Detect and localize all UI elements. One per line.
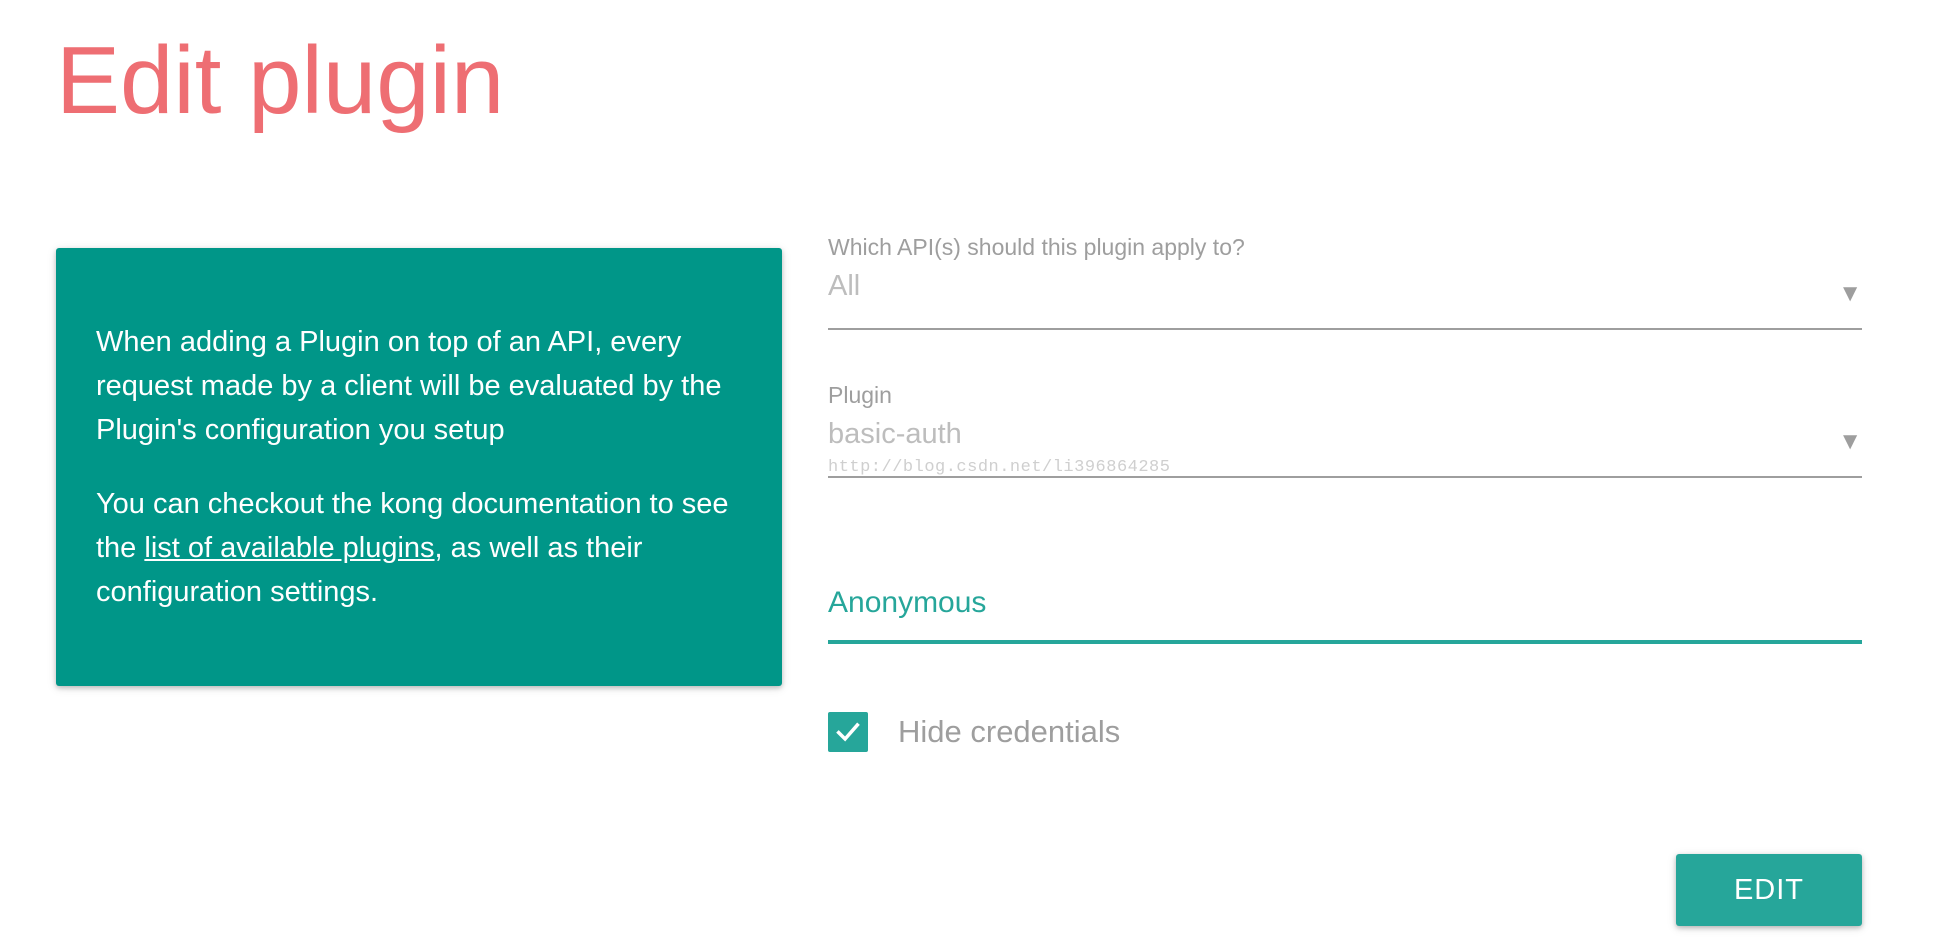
plugin-form: Which API(s) should this plugin apply to…	[828, 232, 1862, 754]
info-paragraph-2: You can checkout the kong documentation …	[96, 482, 742, 614]
checkmark-icon	[836, 722, 860, 742]
api-select-value: All	[828, 270, 861, 302]
hide-credentials-checkbox[interactable]	[828, 712, 868, 752]
hide-credentials-row[interactable]: Hide credentials	[828, 710, 1862, 754]
edit-plugin-page: Edit plugin When adding a Plugin on top …	[0, 0, 1944, 952]
plugin-select-label: Plugin	[828, 382, 892, 408]
caret-down-icon: ▼	[1838, 428, 1862, 455]
plugin-select-value: basic-auth	[828, 418, 962, 450]
info-paragraph-1: When adding a Plugin on top of an API, e…	[96, 326, 722, 446]
api-select-label: Which API(s) should this plugin apply to…	[828, 234, 1245, 260]
api-select-field: Which API(s) should this plugin apply to…	[828, 232, 1862, 330]
anonymous-input[interactable]: Anonymous	[828, 572, 1862, 644]
anonymous-field: Anonymous	[828, 572, 1862, 644]
page-title: Edit plugin	[56, 27, 505, 134]
plugin-select[interactable]: basic-auth http://blog.csdn.net/li396864…	[828, 410, 1862, 478]
available-plugins-link[interactable]: list of available plugins	[144, 532, 434, 564]
plugin-select-field: Plugin basic-auth http://blog.csdn.net/l…	[828, 380, 1862, 478]
api-select[interactable]: All ▼	[828, 262, 1862, 330]
caret-down-icon: ▼	[1838, 280, 1862, 307]
hide-credentials-label: Hide credentials	[898, 714, 1121, 749]
info-card: When adding a Plugin on top of an API, e…	[56, 248, 782, 686]
edit-button[interactable]: EDIT	[1676, 854, 1862, 926]
anonymous-label: Anonymous	[828, 586, 987, 619]
watermark-text: http://blog.csdn.net/li396864285	[828, 458, 1171, 477]
